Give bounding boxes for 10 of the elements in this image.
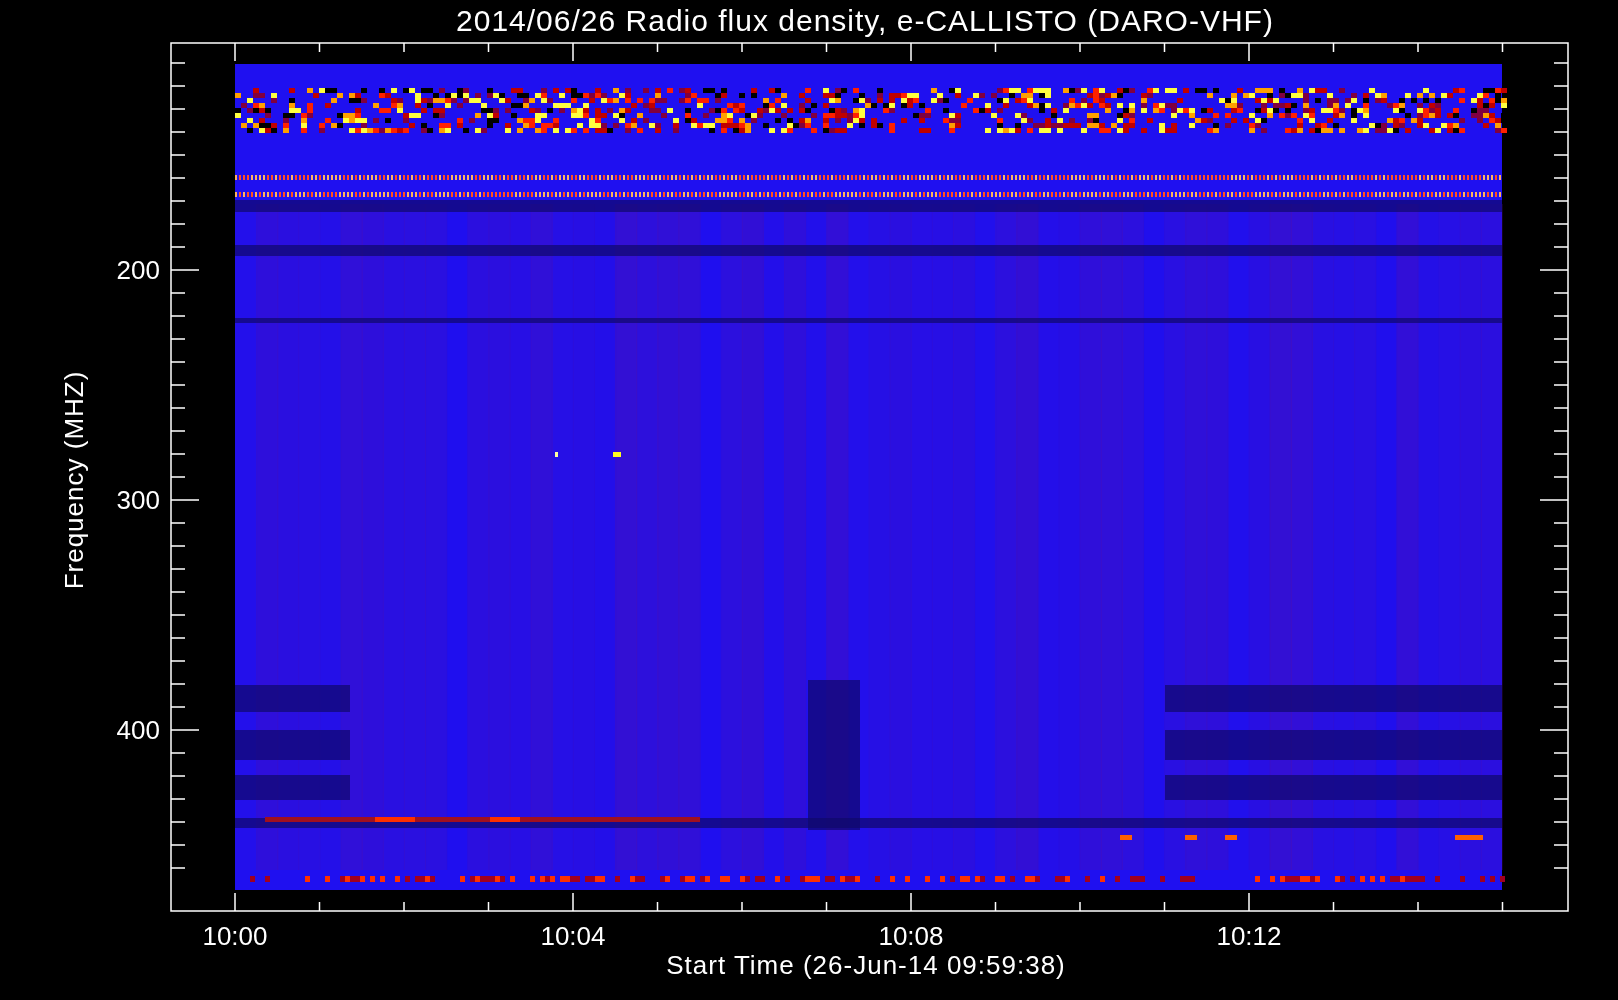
x-tick-label: 10:04 — [540, 921, 606, 951]
y-tick-label: 300 — [116, 485, 160, 515]
x-tick-label: 10:00 — [202, 921, 268, 951]
y-tick-label: 200 — [116, 255, 160, 285]
y-tick-label: 400 — [116, 715, 160, 745]
x-tick-label: 10:08 — [878, 921, 944, 951]
chart-title: 2014/06/26 Radio flux density, e-CALLISTO (DARO-VHF) — [456, 4, 1274, 37]
y-axis-label: Frequency (MHZ) — [59, 370, 89, 590]
x-axis-label: Start Time (26-Jun-14 09:59:38) — [666, 950, 1066, 980]
x-tick-label: 10:12 — [1216, 921, 1282, 951]
